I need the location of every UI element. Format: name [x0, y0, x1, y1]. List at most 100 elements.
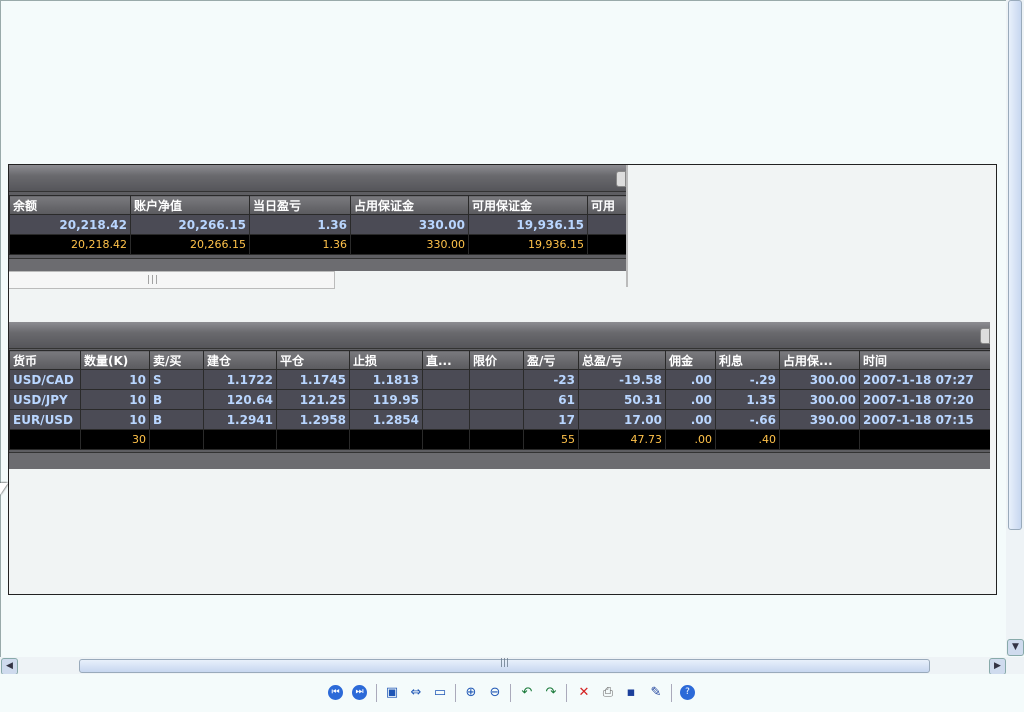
table-cell: [422, 369, 470, 390]
total-row: 20,218.42 20,266.15 1.36 330.00 19,936.1…: [9, 234, 626, 255]
table-cell: 10: [80, 409, 150, 430]
fit-width-icon[interactable]: ⇔: [407, 684, 425, 702]
print-icon[interactable]: ⎙: [599, 684, 617, 702]
scroll-down-icon[interactable]: ▼: [1007, 639, 1024, 656]
table-cell: 2007-1-18 07:20: [859, 389, 990, 410]
viewer-toolbar: ⏮ ⏭ ▣ ⇔ ▭ ⊕ ⊖ ↶ ↷ ✕ ⎙ ▪ ✎ ?: [0, 674, 1024, 712]
total-cell: [9, 429, 81, 450]
table-cell: 20,218.42: [9, 214, 131, 235]
panel-scroll-nub[interactable]: [616, 171, 626, 187]
header-cell[interactable]: 余额: [9, 195, 131, 215]
table-cell: 119.95: [349, 389, 423, 410]
edit-icon[interactable]: ✎: [647, 684, 665, 702]
table-cell: [587, 214, 626, 235]
table-cell: 2007-1-18 07:15: [859, 409, 990, 430]
total-cell: 20,218.42: [9, 234, 131, 255]
rotate-right-icon[interactable]: ↷: [542, 684, 560, 702]
table-row[interactable]: USD/CAD 10 S 1.1722 1.1745 1.1813 -23 -1…: [9, 369, 990, 390]
header-cell[interactable]: 平仓: [276, 350, 350, 370]
table-cell: 330.00: [350, 214, 469, 235]
table-cell: [422, 409, 470, 430]
header-cell[interactable]: 可用: [587, 195, 626, 215]
total-cell: [859, 429, 990, 450]
table-cell: [469, 369, 524, 390]
header-cell[interactable]: 时间: [859, 350, 990, 370]
total-cell: [779, 429, 860, 450]
scroll-left-icon[interactable]: ◀: [1, 658, 18, 675]
table-cell: B: [149, 409, 204, 430]
total-cell: 330.00: [350, 234, 469, 255]
account-table: 余额 账户净值 当日盈亏 占用保证金 可用保证金 可用 20,218.42 20…: [9, 195, 626, 255]
table-row[interactable]: USD/JPY 10 B 120.64 121.25 119.95 61 50.…: [9, 389, 990, 410]
mouse-cursor-icon: [0, 483, 8, 495]
total-cell: [587, 234, 626, 255]
table-cell: 61: [523, 389, 579, 410]
table-cell: -23: [523, 369, 579, 390]
table-cell: 1.35: [715, 389, 780, 410]
table-cell: 2007-1-18 07:27: [859, 369, 990, 390]
table-cell: EUR/USD: [9, 409, 81, 430]
horizontal-scroll-thumb[interactable]: |||: [79, 658, 930, 673]
header-cell[interactable]: 止损: [349, 350, 423, 370]
table-cell: 1.2854: [349, 409, 423, 430]
table-cell: 19,936.15: [468, 214, 588, 235]
table-cell: [469, 409, 524, 430]
panel-header-bar: [9, 165, 626, 192]
horizontal-scrollbar[interactable]: ◀ ||| ▶: [0, 657, 1006, 675]
header-cell[interactable]: 卖/买: [149, 350, 204, 370]
first-page-icon[interactable]: ⏮: [328, 685, 343, 700]
table-cell: 50.31: [578, 389, 666, 410]
table-cell: 121.25: [276, 389, 350, 410]
panel-header-bar: [9, 322, 990, 349]
header-cell[interactable]: 数量(K): [80, 350, 150, 370]
table-cell: 120.64: [203, 389, 277, 410]
toolbar-separator: [671, 684, 672, 702]
delete-icon[interactable]: ✕: [575, 684, 593, 702]
vertical-scrollbar[interactable]: ▼: [1006, 0, 1024, 656]
toolbar-separator: [510, 684, 511, 702]
header-cell[interactable]: 占用保...: [779, 350, 860, 370]
header-cell[interactable]: 总盈/亏: [578, 350, 666, 370]
table-cell: [422, 389, 470, 410]
fit-page-icon[interactable]: ▣: [383, 684, 401, 702]
zoom-in-icon[interactable]: ⊕: [462, 684, 480, 702]
table-header-row: 货币 数量(K) 卖/买 建仓 平仓 止损 直... 限价 盈/亏 总盈/亏 佣…: [9, 350, 990, 370]
panel-horizontal-scrollbar[interactable]: |||: [9, 271, 335, 289]
scroll-right-icon[interactable]: ▶: [989, 658, 1006, 675]
header-cell[interactable]: 建仓: [203, 350, 277, 370]
header-cell[interactable]: 利息: [715, 350, 780, 370]
table-cell: 1.1813: [349, 369, 423, 390]
panel-scroll-nub[interactable]: [980, 328, 990, 344]
table-cell: 1.2958: [276, 409, 350, 430]
slideshow-icon[interactable]: ▭: [431, 684, 449, 702]
header-cell[interactable]: 盈/亏: [523, 350, 579, 370]
save-icon[interactable]: ▪: [622, 684, 640, 702]
toolbar-separator: [455, 684, 456, 702]
vertical-scroll-thumb[interactable]: [1008, 0, 1022, 530]
scroll-grip: |||: [500, 658, 510, 668]
total-cell: [149, 429, 204, 450]
header-cell[interactable]: 可用保证金: [468, 195, 588, 215]
table-row[interactable]: EUR/USD 10 B 1.2941 1.2958 1.2854 17 17.…: [9, 409, 990, 430]
help-icon[interactable]: ?: [680, 685, 695, 700]
header-cell[interactable]: 直...: [422, 350, 470, 370]
header-cell[interactable]: 占用保证金: [350, 195, 469, 215]
table-cell: 300.00: [779, 389, 860, 410]
scroll-grip[interactable]: |||: [147, 275, 159, 285]
header-cell[interactable]: 账户净值: [130, 195, 250, 215]
rotate-left-icon[interactable]: ↶: [518, 684, 536, 702]
header-cell[interactable]: 佣金: [665, 350, 716, 370]
header-cell[interactable]: 货币: [9, 350, 81, 370]
zoom-out-icon[interactable]: ⊖: [486, 684, 504, 702]
table-cell: [469, 389, 524, 410]
header-cell[interactable]: 当日盈亏: [249, 195, 351, 215]
divider: [626, 165, 628, 287]
next-page-icon[interactable]: ⏭: [352, 685, 367, 700]
table-cell: B: [149, 389, 204, 410]
table-row[interactable]: 20,218.42 20,266.15 1.36 330.00 19,936.1…: [9, 214, 626, 235]
table-cell: 1.36: [249, 214, 351, 235]
total-cell: 47.73: [578, 429, 666, 450]
header-cell[interactable]: 限价: [469, 350, 524, 370]
total-cell: 30: [80, 429, 150, 450]
total-cell: [469, 429, 524, 450]
